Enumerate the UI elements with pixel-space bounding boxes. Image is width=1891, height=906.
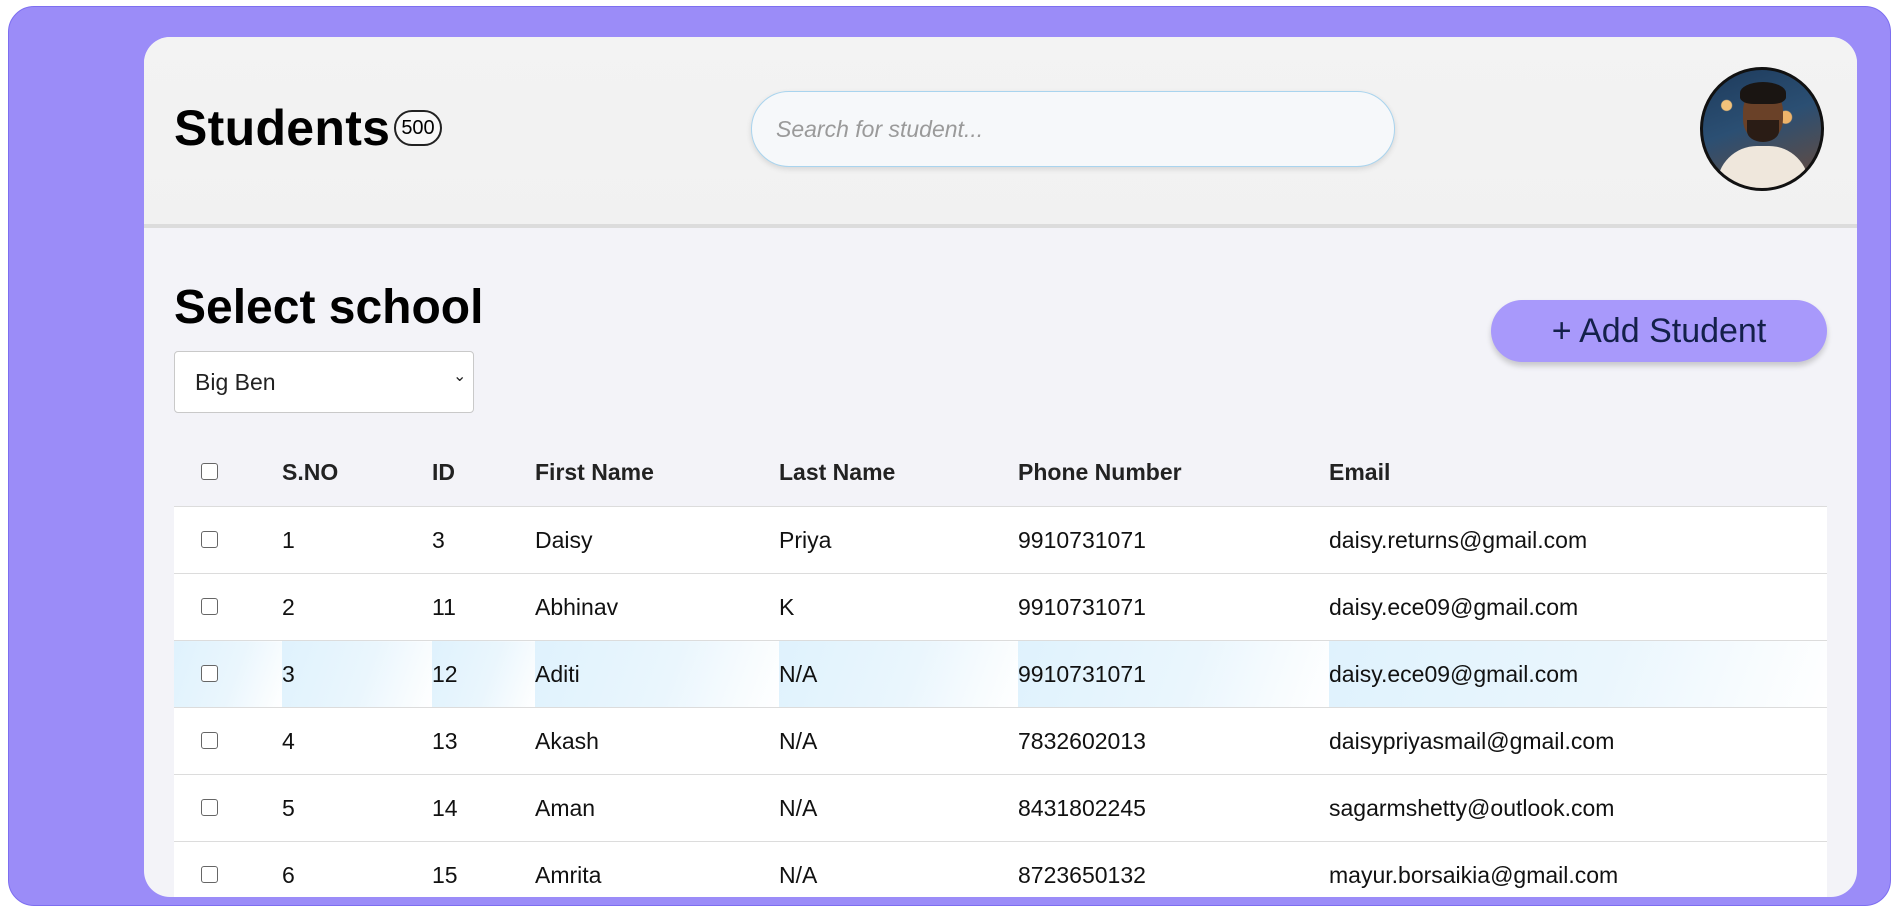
table-row-hovered[interactable]: 3 12 Aditi N/A 9910731071 daisy.ece09@gm… — [174, 640, 1827, 708]
select-all-cell — [174, 439, 282, 507]
cell-id: 11 — [432, 573, 535, 641]
cell-id: 12 — [432, 640, 535, 708]
avatar-hair — [1740, 82, 1786, 104]
row-checkbox[interactable] — [201, 798, 218, 816]
select-all-checkbox[interactable] — [201, 463, 218, 480]
table-header-row: S.NO ID First Name Last Name Phone Numbe… — [174, 439, 1827, 507]
page-header: Students 500 — [144, 37, 1857, 228]
table-row[interactable]: 4 13 Akash N/A 7832602013 daisypriyasmai… — [174, 707, 1827, 775]
row-checkbox[interactable] — [201, 731, 218, 749]
page-title: Students — [174, 100, 391, 156]
cell-sno: 1 — [282, 506, 432, 574]
cell-last-name: N/A — [779, 640, 1018, 708]
cell-id: 13 — [432, 707, 535, 775]
cell-first-name: Abhinav — [535, 573, 779, 641]
cell-phone: 9910731071 — [1018, 640, 1329, 708]
avatar[interactable] — [1700, 67, 1824, 191]
avatar-beard — [1747, 120, 1779, 142]
cell-phone: 9910731071 — [1018, 573, 1329, 641]
select-school-heading: Select school — [174, 281, 484, 334]
row-checkbox-cell — [174, 707, 282, 775]
cell-sno: 5 — [282, 774, 432, 842]
column-header-email[interactable]: Email — [1329, 439, 1827, 507]
column-header-phone[interactable]: Phone Number — [1018, 439, 1329, 507]
cell-id: 14 — [432, 774, 535, 842]
table-row[interactable]: 2 11 Abhinav K 9910731071 daisy.ece09@gm… — [174, 573, 1827, 641]
student-count-badge: 500 — [394, 110, 442, 146]
cell-email: daisy.ece09@gmail.com — [1329, 640, 1827, 708]
cell-last-name: K — [779, 573, 1018, 641]
cell-sno: 3 — [282, 640, 432, 708]
row-checkbox-cell — [174, 640, 282, 708]
row-checkbox-cell — [174, 841, 282, 897]
table-row[interactable]: 1 3 Daisy Priya 9910731071 daisy.returns… — [174, 506, 1827, 574]
cell-phone: 9910731071 — [1018, 506, 1329, 574]
cell-phone: 8431802245 — [1018, 774, 1329, 842]
cell-last-name: N/A — [779, 774, 1018, 842]
students-table: S.NO ID First Name Last Name Phone Numbe… — [174, 439, 1827, 897]
avatar-body — [1717, 146, 1809, 188]
row-checkbox-cell — [174, 774, 282, 842]
cell-last-name: N/A — [779, 841, 1018, 897]
cell-sno: 4 — [282, 707, 432, 775]
students-panel: Students 500 Select school Big Ben ⌄ + A… — [144, 37, 1857, 897]
cell-email: mayur.borsaikia@gmail.com — [1329, 841, 1827, 897]
search-input[interactable] — [751, 91, 1395, 167]
cell-sno: 6 — [282, 841, 432, 897]
cell-last-name: N/A — [779, 707, 1018, 775]
cell-email: daisy.returns@gmail.com — [1329, 506, 1827, 574]
cell-email: daisypriyasmail@gmail.com — [1329, 707, 1827, 775]
cell-sno: 2 — [282, 573, 432, 641]
row-checkbox[interactable] — [201, 664, 218, 682]
cell-id: 3 — [432, 506, 535, 574]
table-row[interactable]: 5 14 Aman N/A 8431802245 sagarmshetty@ou… — [174, 774, 1827, 842]
cell-email: daisy.ece09@gmail.com — [1329, 573, 1827, 641]
column-header-first-name[interactable]: First Name — [535, 439, 779, 507]
column-header-sno[interactable]: S.NO — [282, 439, 432, 507]
column-header-last-name[interactable]: Last Name — [779, 439, 1018, 507]
cell-first-name: Aditi — [535, 640, 779, 708]
cell-last-name: Priya — [779, 506, 1018, 574]
row-checkbox-cell — [174, 506, 282, 574]
add-student-button[interactable]: + Add Student — [1491, 300, 1827, 362]
cell-first-name: Aman — [535, 774, 779, 842]
cell-id: 15 — [432, 841, 535, 897]
chevron-down-icon: ⌄ — [453, 368, 467, 385]
cell-phone: 8723650132 — [1018, 841, 1329, 897]
row-checkbox[interactable] — [201, 865, 218, 883]
cell-first-name: Akash — [535, 707, 779, 775]
cell-phone: 7832602013 — [1018, 707, 1329, 775]
row-checkbox[interactable] — [201, 597, 218, 615]
row-checkbox[interactable] — [201, 530, 218, 548]
school-select-value: Big Ben — [195, 368, 276, 395]
column-header-id[interactable]: ID — [432, 439, 535, 507]
school-select[interactable]: Big Ben ⌄ — [174, 351, 474, 413]
row-checkbox-cell — [174, 573, 282, 641]
cell-first-name: Daisy — [535, 506, 779, 574]
table-row[interactable]: 6 15 Amrita N/A 8723650132 mayur.borsaik… — [174, 841, 1827, 897]
cell-email: sagarmshetty@outlook.com — [1329, 774, 1827, 842]
cell-first-name: Amrita — [535, 841, 779, 897]
